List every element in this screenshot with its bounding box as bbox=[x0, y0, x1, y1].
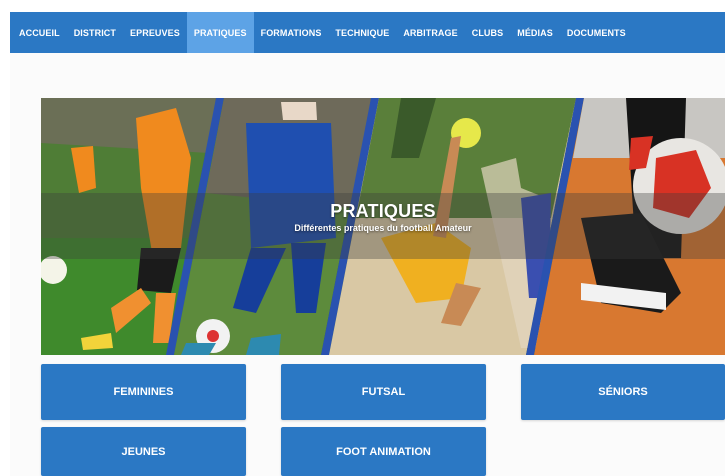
category-button-jeunes[interactable]: JEUNES bbox=[41, 427, 246, 476]
nav-item-pratiques[interactable]: PRATIQUES bbox=[186, 12, 254, 53]
category-button-feminines[interactable]: FEMININES bbox=[41, 364, 246, 420]
hero-banner: PRATIQUES Différentes pratiques du footb… bbox=[41, 98, 725, 355]
category-button-futsal[interactable]: FUTSAL bbox=[281, 364, 486, 420]
category-button-seniors[interactable]: SÉNIORS bbox=[521, 364, 725, 420]
banner-subtitle: Différentes pratiques du football Amateu… bbox=[294, 223, 472, 233]
nav-item-formations[interactable]: FORMATIONS bbox=[254, 12, 329, 53]
category-button-foot-animation[interactable]: FOOT ANIMATION bbox=[281, 427, 486, 476]
nav-item-technique[interactable]: TECHNIQUE bbox=[328, 12, 396, 53]
nav-item-clubs[interactable]: CLUBS bbox=[465, 12, 511, 53]
nav-item-district[interactable]: DISTRICT bbox=[67, 12, 123, 53]
banner-title: PRATIQUES bbox=[330, 201, 436, 221]
main-navigation: ACCUEIL DISTRICT EPREUVES PRATIQUES FORM… bbox=[10, 12, 725, 53]
nav-item-arbitrage[interactable]: ARBITRAGE bbox=[396, 12, 464, 53]
nav-item-epreuves[interactable]: EPREUVES bbox=[123, 12, 187, 53]
nav-item-accueil[interactable]: ACCUEIL bbox=[10, 12, 67, 53]
nav-item-medias[interactable]: MÉDIAS bbox=[510, 12, 560, 53]
nav-item-documents[interactable]: DOCUMENTS bbox=[560, 12, 633, 53]
